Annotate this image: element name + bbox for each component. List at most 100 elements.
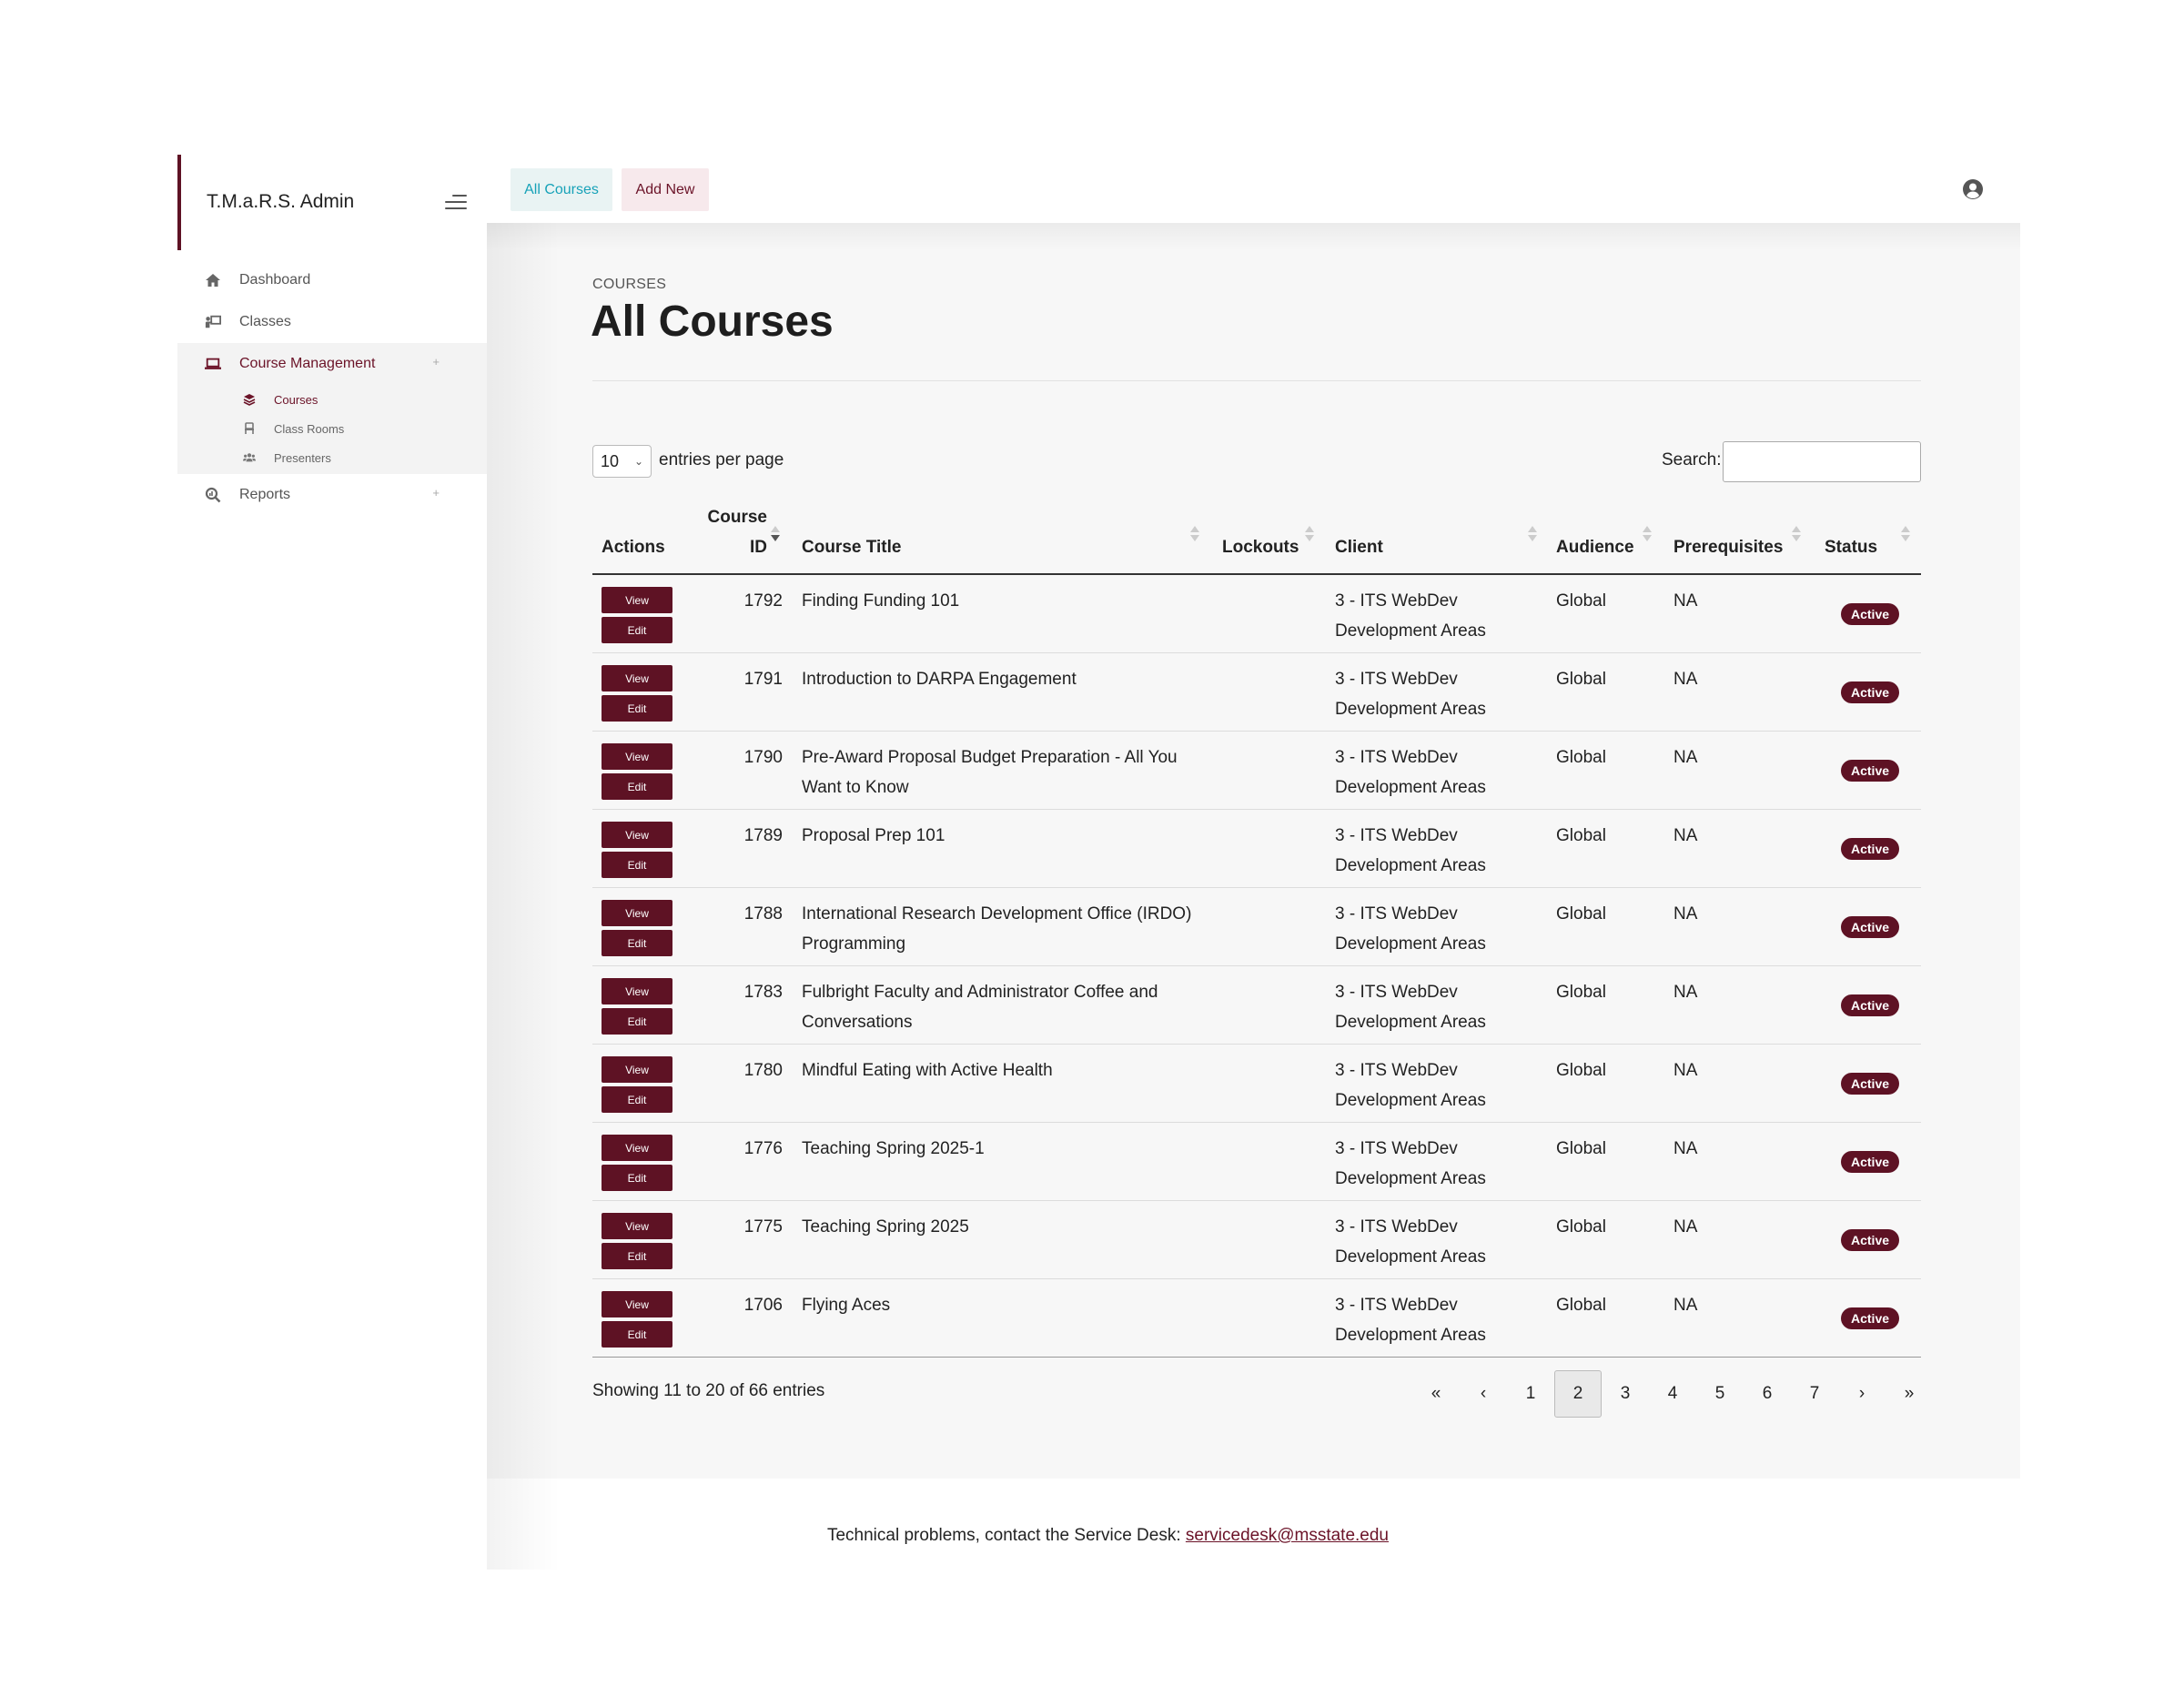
page-1[interactable]: 1 (1507, 1370, 1554, 1418)
prerequisites-cell: NA (1673, 1139, 1698, 1158)
edit-button[interactable]: Edit (602, 852, 672, 878)
column-header-course-id[interactable]: Course ID (707, 502, 767, 562)
audience-cell: Global (1556, 826, 1606, 845)
tab-add-new[interactable]: Add New (622, 168, 709, 211)
table-body: View Edit 1792 Finding Funding 101 3 - ITS W… (592, 575, 1921, 1358)
table-header: Actions Course ID Course Title Lockouts C… (592, 505, 1921, 575)
page-first[interactable]: « (1412, 1370, 1460, 1418)
search-input[interactable] (1723, 441, 1921, 482)
sidebar-subitem-class-rooms[interactable]: Class Rooms (177, 414, 487, 443)
edit-button[interactable]: Edit (602, 1321, 672, 1348)
prerequisites-cell: NA (1673, 1296, 1698, 1315)
sidebar-subitem-courses[interactable]: Courses (177, 385, 487, 414)
sidebar-item-course-management[interactable]: Course Management + (177, 343, 487, 385)
chair-icon (243, 422, 256, 435)
sort-desc-icon[interactable] (771, 526, 780, 544)
column-header-lockouts[interactable]: Lockouts (1222, 532, 1299, 562)
course-id-cell: 1706 (743, 1296, 783, 1315)
page-prev[interactable]: ‹ (1460, 1370, 1507, 1418)
view-button[interactable]: View (602, 1135, 672, 1161)
edit-button[interactable]: Edit (602, 1165, 672, 1191)
column-header-audience[interactable]: Audience (1556, 532, 1634, 562)
course-title-cell: International Research Development Offic… (802, 904, 1192, 954)
sidebar-item-dashboard[interactable]: Dashboard (177, 259, 487, 301)
course-title-cell: Pre-Award Proposal Budget Preparation - … (802, 748, 1178, 797)
column-header-status[interactable]: Status (1825, 532, 1877, 562)
view-button[interactable]: View (602, 1213, 672, 1239)
page-3[interactable]: 3 (1602, 1370, 1649, 1418)
edit-button[interactable]: Edit (602, 773, 672, 800)
search-label: Search: (1662, 450, 1722, 469)
status-badge: Active (1841, 760, 1900, 782)
edit-button[interactable]: Edit (602, 695, 672, 722)
entries-per-page-value: 10 (601, 452, 620, 470)
sidebar-item-label: Classes (239, 314, 291, 329)
prerequisites-cell: NA (1673, 748, 1698, 767)
view-button[interactable]: View (602, 978, 672, 1004)
expand-icon[interactable]: + (432, 355, 440, 368)
sort-icon[interactable] (1901, 526, 1910, 544)
edit-button[interactable]: Edit (602, 930, 672, 956)
footer-text: Technical problems, contact the Service … (826, 1526, 1186, 1545)
page-6[interactable]: 6 (1744, 1370, 1791, 1418)
status-badge: Active (1841, 1307, 1900, 1329)
prerequisites-cell: NA (1673, 591, 1698, 611)
entries-per-page-select[interactable]: 10 ⌄ (592, 445, 652, 478)
page-2-current[interactable]: 2 (1554, 1370, 1602, 1418)
view-button[interactable]: View (602, 1291, 672, 1317)
column-header-client[interactable]: Client (1335, 532, 1383, 562)
column-header-prerequisites[interactable]: Prerequisites (1673, 532, 1783, 562)
title-divider (592, 380, 1921, 381)
sort-icon[interactable] (1528, 526, 1537, 544)
pagination: « ‹ 1 2 3 4 5 6 7 › » (1412, 1370, 1933, 1418)
view-button[interactable]: View (602, 665, 672, 691)
edit-button[interactable]: Edit (602, 1243, 672, 1269)
chalkboard-teacher-icon (205, 314, 221, 330)
edit-button[interactable]: Edit (602, 1008, 672, 1035)
page-last[interactable]: » (1886, 1370, 1933, 1418)
view-button[interactable]: View (602, 822, 672, 848)
table-info: Showing 11 to 20 of 66 entries (592, 1381, 825, 1400)
page-5[interactable]: 5 (1696, 1370, 1744, 1418)
sidebar-subitem-presenters[interactable]: Presenters (177, 443, 487, 472)
course-id-cell: 1791 (743, 670, 783, 689)
laptop-icon (205, 356, 221, 372)
table-row: View Edit 1791 Introduction to DARPA Engage… (592, 653, 1921, 732)
sort-icon[interactable] (1190, 526, 1199, 544)
sidebar-item-reports[interactable]: Reports + (177, 474, 487, 516)
footer: Technical problems, contact the Service … (0, 1526, 2184, 1546)
user-account-icon[interactable] (1962, 178, 1984, 200)
sidebar-subitem-label: Class Rooms (274, 421, 345, 436)
audience-cell: Global (1556, 983, 1606, 1002)
prerequisites-cell: NA (1673, 826, 1698, 845)
course-id-cell: 1789 (743, 826, 783, 845)
audience-cell: Global (1556, 591, 1606, 611)
table-row: View Edit 1706 Flying Aces 3 - ITS WebDev De… (592, 1279, 1921, 1358)
course-title-cell: Finding Funding 101 (802, 591, 960, 611)
tab-all-courses[interactable]: All Courses (511, 168, 612, 211)
edit-button[interactable]: Edit (602, 1086, 672, 1113)
course-id-cell: 1775 (743, 1217, 783, 1237)
sort-icon[interactable] (1643, 526, 1652, 544)
client-cell: 3 - ITS WebDev Development Areas (1335, 591, 1486, 641)
courses-table: Actions Course ID Course Title Lockouts C… (592, 505, 1921, 1358)
view-button[interactable]: View (602, 1056, 672, 1083)
column-header-course-title[interactable]: Course Title (802, 532, 901, 562)
edit-button[interactable]: Edit (602, 617, 672, 643)
users-icon (243, 451, 256, 464)
service-desk-link[interactable]: servicedesk@msstate.edu (1186, 1526, 1389, 1545)
page-next[interactable]: › (1838, 1370, 1886, 1418)
view-button[interactable]: View (602, 587, 672, 613)
sort-icon[interactable] (1792, 526, 1801, 544)
sidebar-item-classes[interactable]: Classes (177, 301, 487, 343)
page-4[interactable]: 4 (1649, 1370, 1696, 1418)
sort-icon[interactable] (1305, 526, 1314, 544)
view-button[interactable]: View (602, 900, 672, 926)
page-7[interactable]: 7 (1791, 1370, 1838, 1418)
expand-icon[interactable]: + (432, 486, 440, 500)
sidebar-subitem-label: Presenters (274, 450, 331, 465)
view-button[interactable]: View (602, 743, 672, 770)
sidebar-toggle-icon[interactable] (441, 193, 467, 211)
breadcrumb: COURSES (592, 277, 667, 292)
sidebar-nav: Dashboard Classes Course Management + Co… (177, 259, 487, 516)
